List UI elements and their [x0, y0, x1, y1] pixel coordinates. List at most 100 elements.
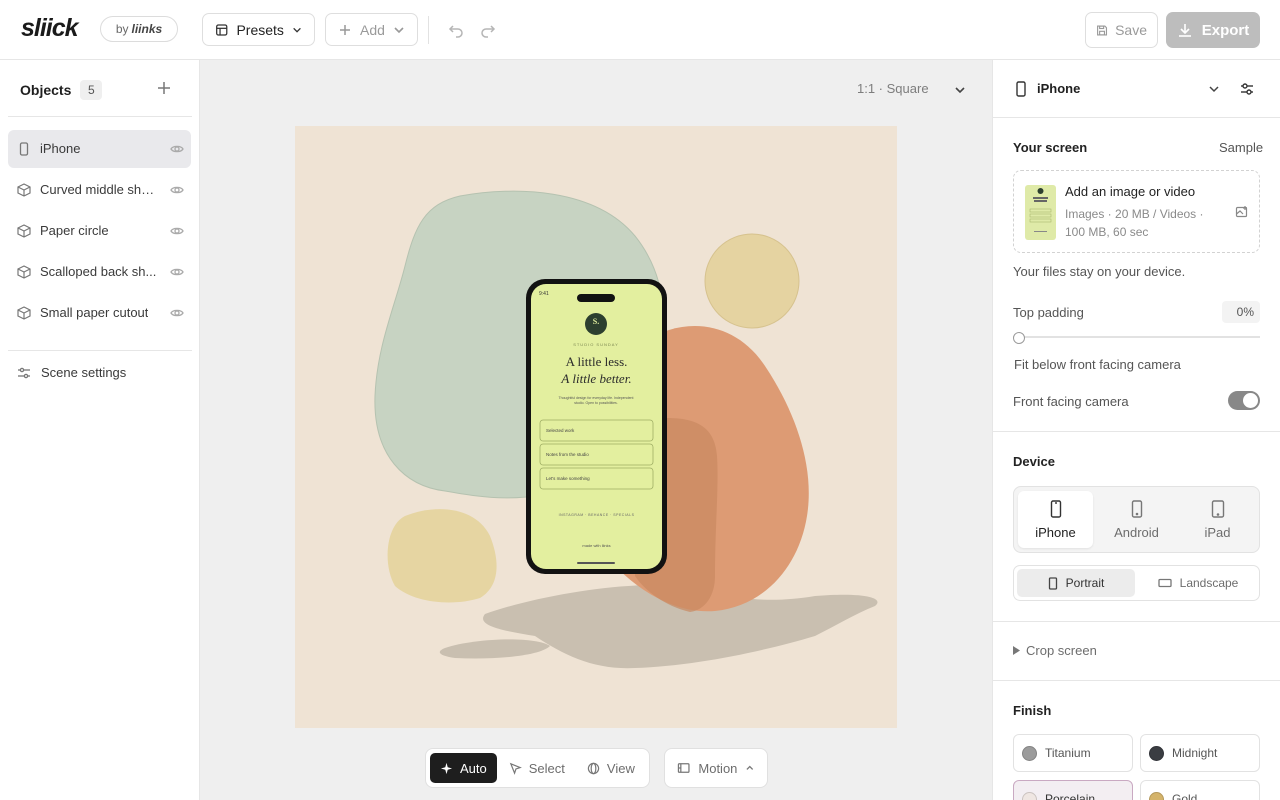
- dynamic-island: [577, 294, 615, 302]
- finish-option-label: Titanium: [1045, 746, 1091, 760]
- upload-dropzone[interactable]: Add an image or video Images · 20 MB / V…: [1013, 170, 1260, 253]
- crop-screen-disclosure[interactable]: Crop screen: [1013, 643, 1097, 658]
- phone-footer-links: INSTAGRAM · BEHANCE · SPECIALS: [558, 513, 635, 517]
- your-screen-title: Your screen: [1013, 140, 1088, 155]
- section-divider: [993, 621, 1280, 622]
- scene-settings-button[interactable]: Scene settings: [8, 354, 191, 392]
- objects-title: Objects: [20, 82, 72, 98]
- color-swatch: [1022, 745, 1037, 761]
- device-option-label: iPad: [1204, 524, 1231, 540]
- phone-badge: S.: [592, 317, 600, 326]
- view-mode-label: View: [606, 760, 635, 776]
- plus-icon: [340, 24, 350, 35]
- phone-studio-label: STUDIO SUNDAY: [573, 342, 619, 347]
- top-padding-slider-thumb[interactable]: [1013, 332, 1025, 344]
- by-label: by: [115, 22, 129, 36]
- eye-icon[interactable]: [170, 224, 184, 238]
- chevron-down-icon[interactable]: [1208, 83, 1220, 95]
- save-label: Save: [1115, 22, 1147, 38]
- section-divider: [993, 431, 1280, 432]
- image-upload-icon[interactable]: [1235, 205, 1249, 219]
- toolbar-divider: [428, 16, 429, 44]
- paper-circle: [704, 233, 800, 329]
- select-mode-button[interactable]: Select: [499, 753, 575, 783]
- add-button[interactable]: Add: [325, 13, 418, 46]
- landscape-icon: [1157, 578, 1172, 588]
- plus-icon: [158, 82, 170, 94]
- aspect-ratio-select[interactable]: 1:1 · Square: [857, 81, 929, 96]
- motion-button[interactable]: Motion: [664, 748, 768, 788]
- object-item-small-paper-cutout[interactable]: Small paper cutout: [8, 294, 191, 332]
- eye-icon[interactable]: [170, 183, 184, 197]
- by-liinks-badge[interactable]: by liinks: [100, 16, 178, 42]
- screen-thumbnail: [1025, 185, 1056, 240]
- eye-icon[interactable]: [170, 142, 184, 156]
- device-selector: iPhone Android iPad: [1013, 486, 1260, 553]
- object-item-curved-middle-sheet[interactable]: Curved middle sheet: [8, 171, 191, 209]
- chevron-down-icon[interactable]: [954, 84, 966, 96]
- scene-render: [374, 190, 878, 669]
- canvas-stage: 1:1 · Square 9:41 S. STUDIO SUNDAY A lit…: [200, 60, 992, 800]
- undo-button[interactable]: [444, 18, 468, 42]
- liinks-brand: liinks: [131, 22, 163, 36]
- download-icon: [1178, 24, 1191, 37]
- add-label: Add: [360, 21, 385, 38]
- phone-headline-1: A little less.: [565, 354, 628, 369]
- portrait-icon: [1048, 576, 1057, 590]
- orientation-selector: Portrait Landscape: [1013, 565, 1260, 601]
- chevron-up-icon: [746, 765, 754, 770]
- top-padding-input[interactable]: 0%: [1222, 301, 1260, 323]
- object-item-paper-circle[interactable]: Paper circle: [8, 212, 191, 250]
- phone-icon: [19, 142, 29, 156]
- device-option-iphone[interactable]: iPhone: [1018, 491, 1093, 548]
- film-icon: [677, 763, 690, 773]
- finish-option-gold[interactable]: Gold: [1140, 780, 1260, 800]
- upload-description: Images · 20 MB / Videos · 100 MB, 60 sec: [1065, 207, 1204, 239]
- crop-screen-label: Crop screen: [1026, 643, 1097, 658]
- undo-icon: [448, 25, 463, 38]
- export-button[interactable]: Export: [1166, 12, 1260, 48]
- object-item-iphone[interactable]: iPhone: [8, 130, 191, 168]
- objects-count-badge: 5: [80, 80, 103, 100]
- phone-time: 9:41: [539, 291, 549, 297]
- app-logo[interactable]: sliick: [21, 14, 79, 43]
- device-option-ipad[interactable]: iPad: [1180, 491, 1255, 548]
- finish-option-midnight[interactable]: Midnight: [1140, 734, 1260, 772]
- cursor-icon: [509, 762, 522, 775]
- finish-option-porcelain[interactable]: Porcelain: [1013, 780, 1133, 800]
- finish-option-label: Midnight: [1172, 746, 1218, 760]
- sample-link[interactable]: Sample: [1219, 140, 1263, 155]
- view-mode-button[interactable]: View: [577, 753, 645, 783]
- save-icon: [1097, 25, 1108, 35]
- scene-artboard[interactable]: 9:41 S. STUDIO SUNDAY A little less. A l…: [295, 126, 897, 728]
- phone-made-with: made with liinks: [582, 543, 611, 548]
- finish-option-titanium[interactable]: Titanium: [1013, 734, 1133, 772]
- auto-mode-button[interactable]: Auto: [430, 753, 497, 783]
- color-swatch: [1149, 745, 1164, 761]
- device-option-android[interactable]: Android: [1099, 491, 1174, 548]
- save-button[interactable]: Save: [1085, 12, 1158, 48]
- orientation-landscape[interactable]: Landscape: [1139, 569, 1257, 597]
- presets-label: Presets: [236, 21, 284, 38]
- object-item-label: iPhone: [40, 141, 81, 156]
- eye-icon[interactable]: [170, 306, 184, 320]
- object-item-scalloped-back-sheet[interactable]: Scalloped back sh...: [8, 253, 191, 291]
- add-object-button[interactable]: [157, 80, 171, 98]
- orientation-portrait[interactable]: Portrait: [1017, 569, 1135, 597]
- top-padding-track[interactable]: [1013, 336, 1260, 338]
- redo-button[interactable]: [476, 18, 500, 42]
- presets-button[interactable]: Presets: [202, 13, 315, 46]
- eye-icon[interactable]: [170, 265, 184, 279]
- mode-toolbar: Auto Select View: [425, 748, 650, 788]
- cube-icon: [17, 306, 31, 320]
- cube-icon: [17, 183, 31, 197]
- cube-icon: [17, 224, 31, 238]
- scene-divider: [8, 350, 192, 351]
- front-camera-toggle[interactable]: [1228, 391, 1260, 410]
- upload-title: Add an image or video: [1065, 184, 1196, 199]
- device-header: iPhone: [993, 60, 1280, 118]
- aspect-ratio-label: 1:1 · Square: [857, 81, 929, 96]
- export-label: Export: [1201, 21, 1250, 39]
- sliders-icon[interactable]: [1239, 81, 1255, 97]
- sliders-icon: [18, 367, 30, 379]
